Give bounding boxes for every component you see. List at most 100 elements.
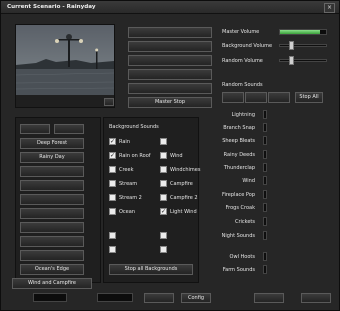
background-sound-label: Campfire	[170, 181, 193, 187]
random-sound-label: Sheep Bleats	[222, 138, 255, 144]
master-volume-label: Master Volume	[222, 29, 260, 35]
random-sound-slider[interactable]	[263, 123, 267, 132]
background-sound-label: Rain	[119, 139, 130, 145]
main-window: Current Scenario - Rainyday × Master Sto…	[0, 0, 340, 311]
random-sound-label: Owl Hoots	[229, 254, 255, 260]
position-value	[97, 293, 133, 302]
scenario-top-button[interactable]	[54, 124, 84, 134]
scenario-action-button[interactable]	[128, 83, 212, 94]
background-sound-checkbox[interactable]	[109, 208, 116, 215]
random-sound-slider[interactable]	[263, 252, 267, 261]
background-sound-checkbox[interactable]	[160, 138, 167, 145]
background-sound-label: Stream 2	[119, 195, 142, 201]
scenario-button[interactable]	[20, 250, 84, 261]
random-sound-slider[interactable]	[263, 176, 267, 185]
random-sounds-heading: Random Sounds	[222, 82, 263, 88]
random-sound-slider[interactable]	[263, 265, 267, 274]
scenario-action-button[interactable]	[128, 69, 212, 80]
time-value	[33, 293, 67, 302]
scenario-button[interactable]: Rainy Day	[20, 152, 84, 163]
random-sounds-button[interactable]	[245, 92, 267, 103]
background-sounds-panel: Background Sounds ✓ Rain ✓ Rain on Roof …	[103, 117, 201, 283]
scenario-action-button[interactable]	[128, 41, 212, 52]
window-title: Current Scenario - Rainyday	[7, 4, 96, 10]
random-sound-slider[interactable]	[263, 231, 267, 240]
random-volume-label: Random Volume	[222, 58, 263, 64]
background-sound-label: Creek	[119, 167, 134, 173]
background-sound-checkbox[interactable]	[160, 232, 167, 239]
scenario-action-button[interactable]	[128, 55, 212, 66]
random-sound-label: Thunderclap	[223, 165, 255, 171]
random-sounds-button[interactable]	[222, 92, 244, 103]
background-volume-slider[interactable]	[279, 44, 327, 47]
footer-button[interactable]	[301, 293, 331, 303]
rainy-venice-preview-image	[16, 25, 114, 95]
background-sound-checkbox[interactable]	[109, 232, 116, 239]
background-sound-label: Rain on Roof	[119, 153, 151, 159]
preview-panel	[15, 24, 115, 108]
background-sound-label: Ocean	[119, 209, 135, 215]
scenario-button[interactable]	[20, 236, 84, 247]
footer-button[interactable]	[144, 293, 174, 303]
background-sounds-heading: Background Sounds	[109, 124, 159, 130]
background-sound-label: Light Wind	[170, 209, 197, 215]
random-sound-slider[interactable]	[263, 217, 267, 226]
random-sound-label: Fireplace Pop	[221, 192, 255, 198]
config-button[interactable]: Config	[181, 293, 211, 303]
background-sound-checkbox[interactable]: ✓	[160, 208, 167, 215]
random-sound-label: Crickets	[234, 219, 255, 225]
random-sound-slider[interactable]	[263, 150, 267, 159]
random-sound-label: Wind	[242, 178, 255, 184]
random-sound-label: Rainy Deeds	[223, 152, 255, 158]
scenario-action-button[interactable]	[128, 27, 212, 38]
background-volume-label: Background Volume	[222, 43, 273, 49]
stop-all-backgrounds-button[interactable]: Stop all Backgrounds	[109, 264, 193, 275]
scenario-button[interactable]	[20, 194, 84, 205]
random-sound-slider[interactable]	[263, 163, 267, 172]
random-volume-thumb[interactable]	[289, 56, 294, 65]
random-sound-slider[interactable]	[263, 190, 267, 199]
scenario-button[interactable]: Wind and Campfire	[12, 278, 92, 289]
background-sound-checkbox[interactable]	[160, 180, 167, 187]
scenario-button[interactable]	[20, 208, 84, 219]
title-bar: Current Scenario - Rainyday ×	[1, 1, 339, 14]
background-sound-label: Stream	[119, 181, 138, 187]
master-stop-button[interactable]: Master Stop	[128, 97, 212, 108]
background-sound-checkbox[interactable]: ✓	[109, 138, 116, 145]
scenarios-panel: Deep Forest Rainy Day Ocean's Edge Wind …	[12, 117, 101, 289]
background-sound-checkbox[interactable]	[160, 246, 167, 253]
background-sound-checkbox[interactable]: ✓	[109, 152, 116, 159]
stop-all-random-button[interactable]: Stop All	[295, 92, 323, 103]
master-volume-meter	[279, 29, 327, 35]
background-sound-checkbox[interactable]	[160, 152, 167, 159]
random-sound-label: Frogs Croak	[225, 205, 255, 211]
random-sound-label: Lightning	[231, 112, 255, 118]
scenario-button[interactable]	[20, 166, 84, 177]
close-icon[interactable]: ×	[324, 3, 335, 13]
background-sound-checkbox[interactable]	[160, 194, 167, 201]
background-sound-checkbox[interactable]	[160, 166, 167, 173]
random-sound-slider[interactable]	[263, 136, 267, 145]
master-volume-fill	[280, 30, 320, 34]
background-sound-label: Wind	[170, 153, 183, 159]
scenario-top-button[interactable]	[20, 124, 50, 134]
random-sound-label: Farm Sounds	[222, 267, 255, 273]
background-sound-checkbox[interactable]	[109, 194, 116, 201]
background-sound-checkbox[interactable]	[109, 166, 116, 173]
preview-corner-button[interactable]	[104, 98, 114, 106]
random-sound-slider[interactable]	[263, 203, 267, 212]
scenario-button[interactable]: Deep Forest	[20, 138, 84, 149]
scenario-button[interactable]: Ocean's Edge	[20, 264, 84, 275]
background-sound-label: Campfire 2	[170, 195, 198, 201]
background-sound-checkbox[interactable]	[109, 246, 116, 253]
background-sound-label: Windchimes	[170, 167, 201, 173]
scenario-button[interactable]	[20, 180, 84, 191]
random-sound-slider[interactable]	[263, 110, 267, 119]
background-sound-checkbox[interactable]	[109, 180, 116, 187]
random-sound-label: Night Sounds	[221, 233, 255, 239]
scenario-button[interactable]	[20, 222, 84, 233]
random-volume-slider[interactable]	[279, 59, 327, 62]
background-volume-thumb[interactable]	[289, 41, 294, 50]
footer-button[interactable]	[254, 293, 284, 303]
random-sounds-button[interactable]	[268, 92, 290, 103]
